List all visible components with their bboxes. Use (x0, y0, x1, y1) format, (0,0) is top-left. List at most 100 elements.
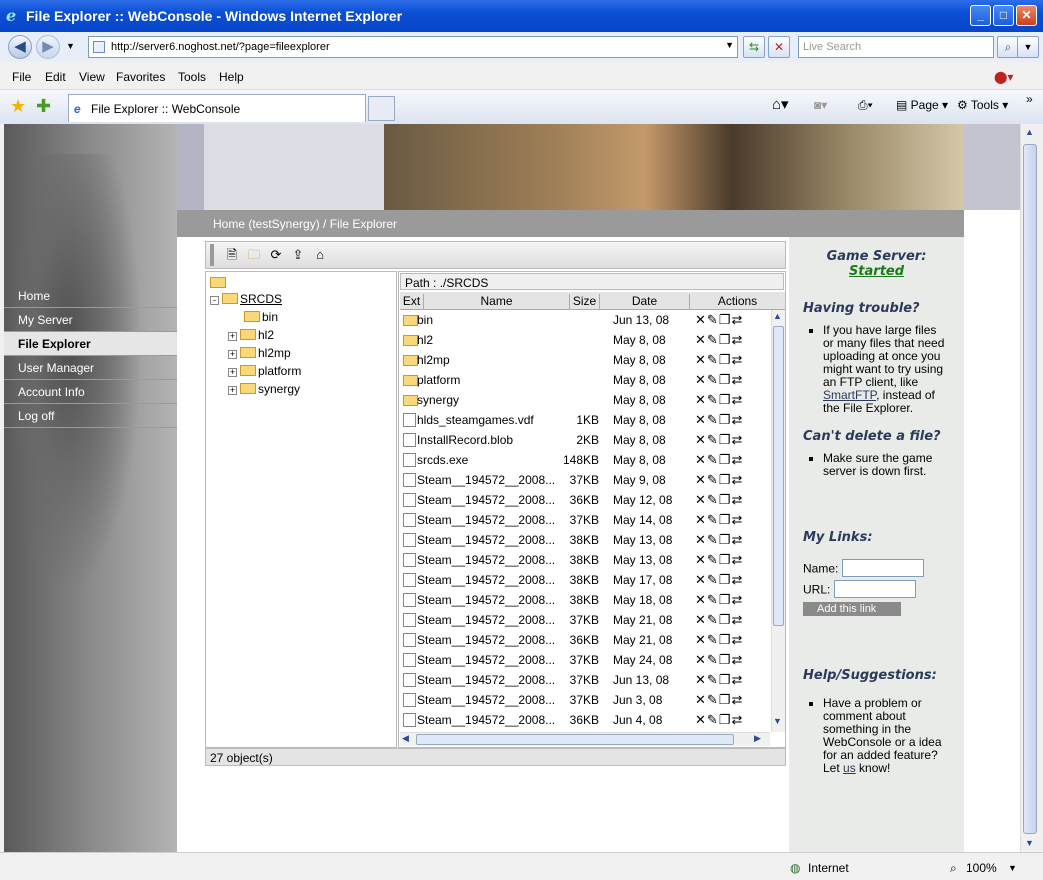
copy-icon[interactable]: ❐ (719, 712, 732, 727)
edit-icon[interactable]: ✎ (707, 652, 719, 667)
close-button[interactable]: ✕ (1016, 5, 1037, 26)
move-icon[interactable]: ⇄ (731, 452, 743, 467)
menu-edit[interactable]: Edit (45, 70, 66, 84)
edit-icon[interactable]: ✎ (707, 332, 719, 347)
copy-icon[interactable]: ❐ (719, 672, 732, 687)
file-row[interactable]: platform May 8, 08 ✕✎❐⇄ (399, 370, 769, 390)
file-name[interactable]: Steam__194572__2008... (417, 593, 555, 607)
page-menu[interactable]: ▤ Page ▾ (896, 98, 948, 112)
print-icon[interactable]: ⎙▾ (858, 98, 873, 113)
upload-icon[interactable]: ⇪ (290, 247, 306, 263)
file-name[interactable]: Steam__194572__2008... (417, 633, 555, 647)
new-tab-button[interactable] (368, 96, 395, 121)
menu-file[interactable]: File (12, 70, 31, 84)
move-icon[interactable]: ⇄ (731, 672, 743, 687)
scroll-up-icon[interactable]: ▲ (773, 311, 782, 321)
move-icon[interactable]: ⇄ (731, 512, 743, 527)
file-name[interactable]: bin (417, 313, 433, 327)
tree-node-platform[interactable]: + platform (228, 363, 301, 379)
delete-icon[interactable]: ✕ (695, 412, 707, 427)
tree-node-srcds[interactable]: - SRCDS (210, 291, 282, 307)
refresh-button[interactable]: ⇆ (743, 36, 765, 58)
copy-icon[interactable]: ❐ (719, 312, 732, 327)
edit-icon[interactable]: ✎ (707, 552, 719, 567)
delete-icon[interactable]: ✕ (695, 492, 707, 507)
file-row[interactable]: Steam__194572__2008... 37KB May 21, 08 ✕✎❐⇄ (399, 610, 769, 630)
edit-icon[interactable]: ✎ (707, 472, 719, 487)
nav-user-manager[interactable]: User Manager (4, 356, 177, 380)
file-row[interactable]: Steam__194572__2008... 38KB May 13, 08 ✕✎❐⇄ (399, 530, 769, 550)
copy-icon[interactable]: ❐ (719, 612, 732, 627)
copy-icon[interactable]: ❐ (719, 472, 732, 487)
menu-favorites[interactable]: Favorites (116, 70, 165, 84)
menu-help[interactable]: Help (219, 70, 244, 84)
edit-icon[interactable]: ✎ (707, 612, 719, 627)
file-name[interactable]: Steam__194572__2008... (417, 473, 555, 487)
file-name[interactable]: platform (417, 373, 460, 387)
move-icon[interactable]: ⇄ (731, 692, 743, 707)
column-date[interactable]: Date (600, 294, 690, 310)
edit-icon[interactable]: ✎ (707, 372, 719, 387)
add-link-button[interactable]: Add this link (803, 602, 901, 616)
move-icon[interactable]: ⇄ (731, 492, 743, 507)
file-name[interactable]: synergy (417, 393, 459, 407)
link-name-input[interactable] (841, 559, 924, 577)
smartftp-link[interactable]: SmartFTP (823, 388, 876, 402)
copy-icon[interactable]: ❐ (719, 652, 732, 667)
feeds-icon[interactable]: ◙▾ (814, 98, 827, 112)
new-folder-icon[interactable]: 🗀 (246, 247, 262, 263)
zoom-dropdown-icon[interactable]: ▼ (1008, 863, 1017, 873)
scroll-thumb[interactable] (773, 326, 784, 626)
edit-icon[interactable]: ✎ (707, 632, 719, 647)
server-status-link[interactable]: Started (849, 264, 904, 279)
copy-icon[interactable]: ❐ (719, 432, 732, 447)
move-icon[interactable]: ⇄ (731, 412, 743, 427)
edit-icon[interactable]: ✎ (707, 712, 719, 727)
file-row[interactable]: synergy May 8, 08 ✕✎❐⇄ (399, 390, 769, 410)
file-name[interactable]: Steam__194572__2008... (417, 533, 555, 547)
nav-file-explorer[interactable]: File Explorer (4, 332, 177, 356)
copy-icon[interactable]: ❐ (719, 372, 732, 387)
copy-icon[interactable]: ❐ (719, 692, 732, 707)
file-row[interactable]: Steam__194572__2008... 36KB Jun 4, 08 ✕✎❐⇄ (399, 710, 769, 730)
file-row[interactable]: hlds_steamgames.vdf 1KB May 8, 08 ✕✎❐⇄ (399, 410, 769, 430)
file-row[interactable]: Steam__194572__2008... 38KB May 17, 08 ✕✎❐⇄ (399, 570, 769, 590)
file-row[interactable]: Steam__194572__2008... 38KB May 18, 08 ✕✎❐⇄ (399, 590, 769, 610)
url-dropdown-icon[interactable]: ▼ (725, 40, 734, 50)
file-name[interactable]: srcds.exe (417, 453, 468, 467)
file-name[interactable]: Steam__194572__2008... (417, 653, 555, 667)
file-list-horizontal-scrollbar[interactable]: ◀ ▶ (400, 732, 770, 746)
tools-menu[interactable]: ⚙ Tools ▾ (957, 98, 1008, 112)
page-scroll-down-icon[interactable]: ▼ (1025, 838, 1034, 848)
file-row[interactable]: srcds.exe 148KB May 8, 08 ✕✎❐⇄ (399, 450, 769, 470)
file-name[interactable]: InstallRecord.blob (417, 433, 513, 447)
file-list-vertical-scrollbar[interactable]: ▲ ▼ (771, 310, 785, 732)
file-name[interactable]: Steam__194572__2008... (417, 493, 555, 507)
home-icon[interactable]: ⌂▾ (772, 95, 789, 113)
page-scrollbar[interactable]: ▲ ▼ (1020, 124, 1038, 852)
move-icon[interactable]: ⇄ (731, 352, 743, 367)
edit-icon[interactable]: ✎ (707, 532, 719, 547)
scroll-down-icon[interactable]: ▼ (773, 716, 782, 726)
copy-icon[interactable]: ❐ (719, 332, 732, 347)
forward-button[interactable]: ▶ (36, 35, 60, 59)
file-row[interactable]: hl2mp May 8, 08 ✕✎❐⇄ (399, 350, 769, 370)
move-icon[interactable]: ⇄ (731, 432, 743, 447)
delete-icon[interactable]: ✕ (695, 572, 707, 587)
copy-icon[interactable]: ❐ (719, 572, 732, 587)
hscroll-thumb[interactable] (416, 734, 734, 745)
nav-home[interactable]: Home (4, 284, 177, 308)
edit-icon[interactable]: ✎ (707, 592, 719, 607)
page-scroll-thumb[interactable] (1023, 144, 1037, 834)
delete-icon[interactable]: ✕ (695, 352, 707, 367)
menu-view[interactable]: View (79, 70, 105, 84)
move-icon[interactable]: ⇄ (731, 372, 743, 387)
move-icon[interactable]: ⇄ (731, 392, 743, 407)
new-file-icon[interactable]: 🗎 (224, 247, 240, 263)
move-icon[interactable]: ⇄ (731, 632, 743, 647)
back-button[interactable]: ◀ (8, 35, 32, 59)
tree-root-icon[interactable] (210, 275, 228, 291)
delete-icon[interactable]: ✕ (695, 612, 707, 627)
edit-icon[interactable]: ✎ (707, 392, 719, 407)
delete-icon[interactable]: ✕ (695, 552, 707, 567)
